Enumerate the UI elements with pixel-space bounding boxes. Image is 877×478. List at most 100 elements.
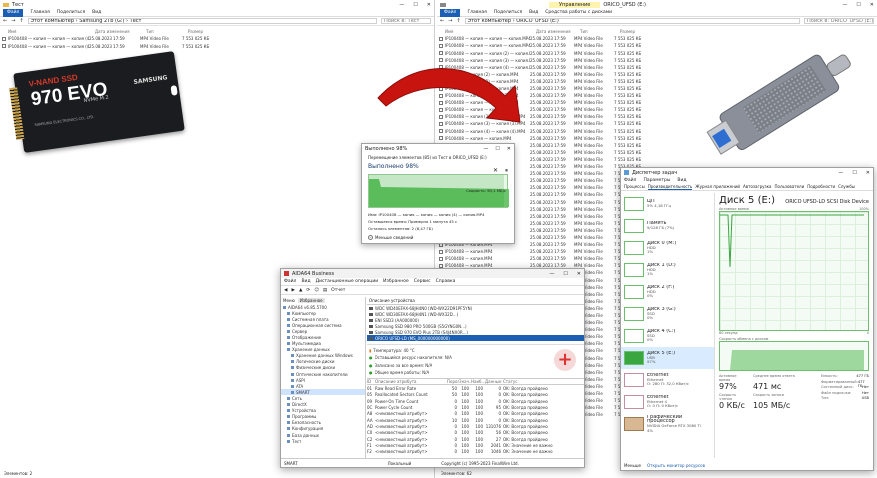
search-input[interactable]: Поиск в: Тест bbox=[381, 18, 431, 24]
attr-col-header[interactable]: Порог bbox=[447, 379, 459, 384]
user-icon[interactable]: ☺ bbox=[314, 288, 319, 293]
tm-tab[interactable]: Процессы bbox=[624, 184, 645, 189]
attr-col-header[interactable]: Статус bbox=[503, 379, 563, 384]
attribute-row[interactable]: F1 <неизвестный атрибут> 0 100 100 2041 OK: Зн… bbox=[367, 442, 584, 448]
tree-item[interactable]: Тест bbox=[281, 438, 365, 444]
device-row[interactable]: ORICO UFSD-LD (MS_000000000000) bbox=[367, 335, 584, 341]
maximize-icon[interactable]: ☐ bbox=[413, 2, 417, 8]
tab-home[interactable]: Главная bbox=[467, 10, 486, 15]
forward-arrow-icon[interactable]: → bbox=[11, 18, 15, 24]
tab-menu[interactable]: Меню bbox=[283, 298, 295, 303]
col-name[interactable]: Имя bbox=[8, 29, 95, 34]
tm-tab[interactable]: Журнал приложений bbox=[695, 184, 740, 189]
close-icon[interactable]: ✕ bbox=[866, 170, 870, 176]
attr-col-header[interactable]: Знач... bbox=[459, 379, 471, 384]
attribute-row[interactable]: A8 <неизвестный атрибут> 0 100 100 0 OK: Всегд… bbox=[367, 411, 584, 417]
file-row[interactable]: IP100408 — копия — копия — копия (4)... 2… bbox=[0, 35, 434, 42]
forward-arrow-icon[interactable]: ▶ bbox=[291, 288, 294, 293]
tm-tab[interactable]: Службы bbox=[838, 184, 855, 189]
minimize-icon[interactable]: — bbox=[842, 2, 847, 8]
col-date[interactable]: Дата изменения bbox=[95, 29, 146, 34]
tab-share[interactable]: Поделиться bbox=[57, 10, 85, 15]
tm-resource-item[interactable]: Ethernet Ethernet 4 О: 0 П: 0 Кбит/с bbox=[621, 391, 714, 413]
attribute-row[interactable]: 05 Reallocated Sectors Count 50 100 100 0 OK: … bbox=[367, 392, 584, 398]
refresh-icon[interactable]: ⟳ bbox=[306, 288, 310, 293]
tm-resource-item[interactable]: ЦП 5% 4,18 ГГц bbox=[621, 193, 714, 215]
context-tab[interactable]: Управление bbox=[549, 1, 601, 8]
aida-menu-item[interactable]: Избранное bbox=[383, 279, 409, 284]
col-name[interactable]: Имя bbox=[445, 29, 536, 34]
attribute-row[interactable]: AA <неизвестный атрибут> 10 100 100 0 OK: Всег… bbox=[367, 417, 584, 423]
aida-menu-item[interactable]: Справка bbox=[436, 279, 456, 284]
up-arrow-icon[interactable]: ▲ bbox=[299, 288, 302, 293]
close-icon[interactable]: ✕ bbox=[507, 146, 511, 152]
close-icon[interactable]: ✕ bbox=[870, 2, 874, 8]
aida-menu-item[interactable]: Вид bbox=[301, 279, 310, 284]
maximize-icon[interactable]: ☐ bbox=[563, 271, 567, 277]
tm-tab[interactable]: Производительность bbox=[647, 184, 693, 190]
chart-icon[interactable]: ▤ bbox=[323, 288, 327, 293]
attr-col-header[interactable]: ID bbox=[367, 379, 375, 384]
tm-resource-item[interactable]: Диск 0 (M:) HDD 1% bbox=[621, 237, 714, 259]
tab-view[interactable]: Вид bbox=[529, 10, 538, 15]
attribute-row[interactable]: F2 <неизвестный атрибут> 0 100 100 1046 OK: Зн… bbox=[367, 448, 584, 454]
tm-tab[interactable]: Подробности bbox=[807, 184, 835, 189]
attr-col-header[interactable]: Описание атрибута bbox=[375, 379, 447, 384]
attribute-row[interactable]: 09 Power-On Time Count 0 100 100 0 OK: Всегда … bbox=[367, 398, 584, 404]
tab-favorites[interactable]: Избранное bbox=[297, 298, 325, 303]
file-row[interactable]: IP100408 — копия — копия — копия (4)... 2… bbox=[0, 43, 434, 50]
up-arrow-icon[interactable]: ↑ bbox=[456, 18, 460, 24]
tm-resource-item[interactable]: Диск 3 (G:) SSD 0% bbox=[621, 303, 714, 325]
aida-menu-item[interactable]: Файл bbox=[284, 279, 296, 284]
col-size[interactable]: Размер bbox=[188, 29, 228, 34]
tm-menu-item[interactable]: Параметры bbox=[643, 178, 670, 183]
attribute-row[interactable]: C0 <неизвестный атрибут> 0 100 100 56 OK: Всег… bbox=[367, 430, 584, 436]
col-type[interactable]: Тип bbox=[580, 29, 620, 34]
col-date[interactable]: Дата изменения bbox=[536, 29, 580, 34]
maximize-icon[interactable]: ☐ bbox=[852, 170, 856, 176]
attribute-row[interactable]: 0C Power Cycle Count 0 100 100 95 OK: Всегда п… bbox=[367, 404, 584, 410]
aida-menu-item[interactable]: Сервис bbox=[414, 279, 431, 284]
tm-resource-item[interactable]: Ethernet Ethernet О: 280 П: 32,0 Кбит/с bbox=[621, 369, 714, 391]
forward-arrow-icon[interactable]: → bbox=[448, 18, 452, 24]
close-icon[interactable]: ✕ bbox=[577, 271, 581, 277]
tab-disk-tools[interactable]: Средства работы с дисками bbox=[545, 10, 612, 15]
address-bar[interactable]: Этот компьютер › ORICO_UFSD (E:) bbox=[464, 18, 800, 24]
search-input[interactable]: Поиск в: ORICO_UFSD (E:) bbox=[804, 18, 874, 24]
back-arrow-icon[interactable]: ← bbox=[440, 18, 444, 24]
back-arrow-icon[interactable]: ← bbox=[3, 18, 7, 24]
col-type[interactable]: Тип bbox=[146, 29, 188, 34]
tm-resource-item[interactable]: Диск 4 (C:) SSD 0% bbox=[621, 325, 714, 347]
tab-view[interactable]: Вид bbox=[92, 10, 101, 15]
tm-resource-item[interactable]: Память 9/128 ГБ (7%) bbox=[621, 215, 714, 237]
tm-tab[interactable]: Автозагрузка bbox=[743, 184, 771, 189]
maximize-icon[interactable]: ☐ bbox=[856, 2, 860, 8]
tm-resource-item[interactable]: Диск 2 (F:) HDD 0% bbox=[621, 281, 714, 303]
address-bar[interactable]: Этот компьютер › Samsung 2Tb (G:) › Тест bbox=[27, 18, 377, 24]
minimize-icon[interactable]: — bbox=[838, 170, 843, 176]
attribute-row[interactable]: AD <неизвестный атрибут> 0 100 100 131076 OK: … bbox=[367, 423, 584, 429]
tm-tab[interactable]: Пользователи bbox=[774, 184, 804, 189]
aida-menu-item[interactable]: Дистанционные операции bbox=[316, 279, 379, 284]
less-details-button[interactable]: ^ Меньше сведений bbox=[368, 235, 413, 240]
tab-file[interactable]: Файл bbox=[3, 8, 24, 17]
tab-home[interactable]: Главная bbox=[30, 10, 49, 15]
back-arrow-icon[interactable]: ◀ bbox=[284, 288, 287, 293]
attr-col-header[interactable]: Наиб... bbox=[471, 379, 485, 384]
cancel-icon[interactable]: ✕ bbox=[493, 167, 498, 174]
minimize-icon[interactable]: — bbox=[483, 146, 488, 152]
tab-share[interactable]: Поделиться bbox=[494, 10, 522, 15]
minimize-icon[interactable]: — bbox=[549, 271, 554, 277]
resource-monitor-link[interactable]: Открыть монитор ресурсов bbox=[647, 463, 705, 468]
attribute-row[interactable]: C2 <неизвестный атрибут> 0 100 100 27 OK: Всег… bbox=[367, 436, 584, 442]
tm-menu-item[interactable]: Файл bbox=[624, 178, 636, 183]
up-arrow-icon[interactable]: ↑ bbox=[19, 18, 23, 24]
less-button[interactable]: Меньше bbox=[624, 463, 641, 468]
tm-resource-item[interactable]: Диск 1 (D:) HDD 1% bbox=[621, 259, 714, 281]
close-icon[interactable]: ✕ bbox=[427, 2, 431, 8]
col-size[interactable]: Размер bbox=[620, 29, 660, 34]
report-button[interactable]: Отчет bbox=[331, 288, 345, 293]
tm-menu-item[interactable]: Вид bbox=[677, 178, 686, 183]
tab-file[interactable]: Файл bbox=[440, 8, 461, 17]
tm-resource-item[interactable]: Диск 5 (E:) USB 97% bbox=[621, 347, 714, 369]
